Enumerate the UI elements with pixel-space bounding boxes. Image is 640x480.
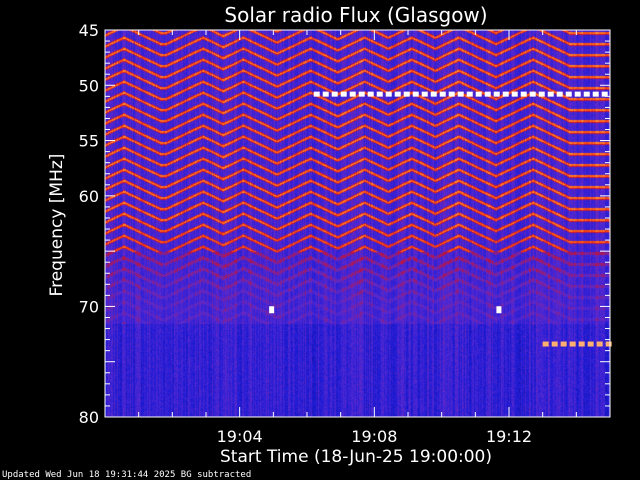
interference-band-segment xyxy=(421,91,428,97)
interference-band-segment xyxy=(385,91,392,97)
interference-band-segment xyxy=(484,91,491,97)
chart-title: Solar radio Flux (Glasgow) xyxy=(224,3,487,27)
interference-band-segment xyxy=(583,91,590,97)
interference-band-segment xyxy=(367,91,374,97)
interference-band-segment xyxy=(466,91,473,97)
spectrogram-chart: Solar radio Flux (Glasgow) 45 50 55 60 70 80 1… xyxy=(47,3,612,467)
interference-band-segment xyxy=(448,91,455,97)
burst-spot xyxy=(269,306,275,314)
interference-band-segment xyxy=(547,91,554,97)
x-tick-label: 19:12 xyxy=(486,427,532,446)
interference-band-segment xyxy=(596,341,603,347)
y-tick-label: 45 xyxy=(79,21,99,40)
interference-band-segment xyxy=(394,91,401,97)
interference-band-segment xyxy=(565,91,572,97)
spectrogram-image xyxy=(105,30,610,417)
interference-band-segment xyxy=(578,341,585,347)
interference-band-segment xyxy=(538,91,545,97)
y-tick-label: 70 xyxy=(79,297,99,316)
interference-band-segment xyxy=(358,91,365,97)
y-axis-label: Frequency [MHz] xyxy=(47,154,67,297)
update-footer: Updated Wed Jun 18 19:31:44 2025 BG subt… xyxy=(2,470,252,480)
interference-band-segment xyxy=(331,91,338,97)
interference-band-segment xyxy=(439,91,446,97)
interference-band-segment xyxy=(475,91,482,97)
interference-band-segment xyxy=(556,91,563,97)
interference-band-segment xyxy=(412,91,419,97)
interference-band-segment xyxy=(560,341,567,347)
x-tick-label: 19:08 xyxy=(351,427,397,446)
interference-band-segment xyxy=(313,91,320,97)
x-axis-label: Start Time (18-Jun-25 19:00:00) xyxy=(220,447,492,467)
y-tick-label: 80 xyxy=(79,408,99,427)
interference-band-segment xyxy=(403,91,410,97)
x-tick-label: 19:04 xyxy=(217,427,263,446)
interference-band-segment xyxy=(430,91,437,97)
interference-band-segment xyxy=(511,91,518,97)
interference-band-segment xyxy=(592,91,599,97)
y-tick-label: 50 xyxy=(79,76,99,95)
interference-band-segment xyxy=(322,91,329,97)
interference-band-segment xyxy=(574,91,581,97)
interference-band-segment xyxy=(520,91,527,97)
burst-spot xyxy=(496,306,502,314)
interference-band-segment xyxy=(493,91,500,97)
interference-band-segment xyxy=(569,341,576,347)
interference-band-segment xyxy=(457,91,464,97)
y-tick-label: 55 xyxy=(79,132,99,151)
interference-band-segment xyxy=(551,341,558,347)
interference-band-segment xyxy=(349,91,356,97)
y-tick-label: 60 xyxy=(79,187,99,206)
interference-band-segment xyxy=(542,341,549,347)
interference-band-segment xyxy=(587,341,594,347)
interference-band-segment xyxy=(529,91,536,97)
plot-area xyxy=(105,30,612,417)
interference-band-segment xyxy=(605,341,612,347)
interference-band-segment xyxy=(502,91,509,97)
interference-band-segment xyxy=(340,91,347,97)
interference-band-segment xyxy=(376,91,383,97)
